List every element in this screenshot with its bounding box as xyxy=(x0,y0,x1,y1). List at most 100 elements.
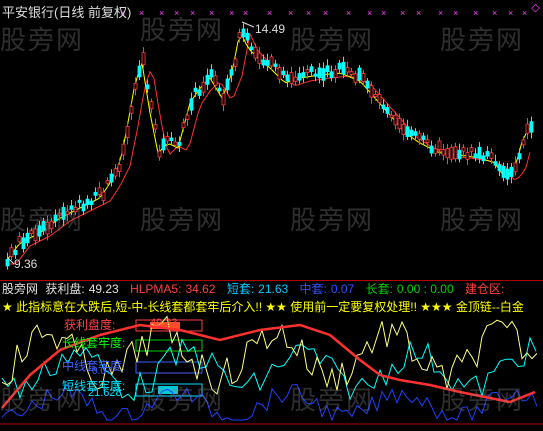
candle xyxy=(509,166,514,177)
candle xyxy=(13,250,18,256)
candle xyxy=(417,133,422,140)
candle xyxy=(353,73,358,83)
x-mark-icon: × xyxy=(438,8,443,18)
short-degree-value: 21.628 xyxy=(88,387,122,399)
candle xyxy=(493,161,498,166)
candle xyxy=(329,71,334,78)
candle xyxy=(369,85,374,98)
candle xyxy=(437,140,442,150)
candle xyxy=(505,168,510,180)
candle xyxy=(421,135,426,140)
candle xyxy=(317,67,322,79)
candle xyxy=(345,67,350,73)
candle xyxy=(473,153,478,159)
candle xyxy=(441,149,446,156)
candle xyxy=(349,71,354,75)
candle xyxy=(113,168,118,177)
candle xyxy=(249,46,254,51)
profit-degree-label: 获利盘度: xyxy=(64,318,116,332)
chart-title: 平安银行(日线 前复权) xyxy=(2,5,132,20)
candle xyxy=(289,72,294,84)
x-mark-icon: × xyxy=(367,8,372,18)
watermark: 股旁网 xyxy=(440,25,525,55)
watermark: 股旁网 xyxy=(0,205,85,235)
candle xyxy=(101,191,106,201)
x-mark-icon: × xyxy=(453,8,458,18)
low-price-label: 9.36 xyxy=(14,257,38,271)
candle xyxy=(361,73,366,82)
candle xyxy=(457,149,462,160)
candle xyxy=(165,135,170,142)
candle xyxy=(521,139,526,146)
x-mark-icon: × xyxy=(288,8,293,18)
candle xyxy=(301,72,306,78)
x-mark-icon: × xyxy=(243,8,248,18)
candle xyxy=(397,118,402,130)
candle xyxy=(145,84,150,90)
candle xyxy=(5,259,10,267)
x-mark-icon: × xyxy=(492,8,497,18)
candle xyxy=(173,141,178,146)
candle xyxy=(21,237,26,250)
candle xyxy=(449,146,454,160)
candle xyxy=(413,131,418,136)
candle xyxy=(85,198,90,206)
candle xyxy=(225,78,230,91)
candle xyxy=(125,126,130,139)
candle xyxy=(465,152,470,160)
candle xyxy=(197,89,202,96)
candle xyxy=(305,69,310,74)
candle xyxy=(409,129,414,137)
candle xyxy=(377,94,382,103)
x-mark-icon: × xyxy=(381,8,386,18)
candle xyxy=(517,153,522,160)
candle xyxy=(117,164,122,172)
long-degree-label: 长线套牢度: xyxy=(62,336,126,350)
watermark: 股旁网 xyxy=(140,385,225,415)
x-mark-icon: × xyxy=(400,8,405,18)
watermark: 股旁网 xyxy=(440,205,525,235)
candle xyxy=(373,94,378,97)
candle xyxy=(477,146,482,159)
candle xyxy=(529,121,534,133)
candle xyxy=(393,114,398,126)
candle xyxy=(433,148,438,154)
candle xyxy=(405,126,410,137)
candle xyxy=(217,87,222,92)
candle xyxy=(333,69,338,78)
watermark: 股旁网 xyxy=(290,385,375,415)
candle xyxy=(149,101,154,110)
watermark: 股旁网 xyxy=(290,205,375,235)
candle xyxy=(265,60,270,66)
candle xyxy=(129,106,134,114)
candle xyxy=(245,32,250,41)
candle xyxy=(253,46,258,59)
candle xyxy=(181,122,186,129)
candle xyxy=(293,76,298,83)
candle xyxy=(365,80,370,89)
candle xyxy=(205,74,210,85)
candle xyxy=(97,187,102,195)
candle xyxy=(385,107,390,114)
candle xyxy=(461,147,466,152)
high-price-label: 14.49 xyxy=(255,22,286,36)
candle xyxy=(285,74,290,82)
candle xyxy=(297,73,302,81)
watermark: 股旁网 xyxy=(140,205,225,235)
candle xyxy=(273,63,278,67)
candle xyxy=(453,146,458,160)
candle xyxy=(237,32,242,39)
candle xyxy=(137,65,142,78)
candle xyxy=(425,139,430,144)
candle xyxy=(309,66,314,72)
watermark: 股旁网 xyxy=(440,385,525,415)
candle xyxy=(109,173,114,183)
candle xyxy=(93,191,98,196)
candle xyxy=(233,58,238,67)
candle xyxy=(9,247,14,257)
diamond-icon[interactable]: ◇ xyxy=(530,3,541,14)
candle xyxy=(497,164,502,172)
candle xyxy=(229,69,234,76)
x-mark-icon: × xyxy=(522,8,527,18)
candle xyxy=(17,235,22,243)
